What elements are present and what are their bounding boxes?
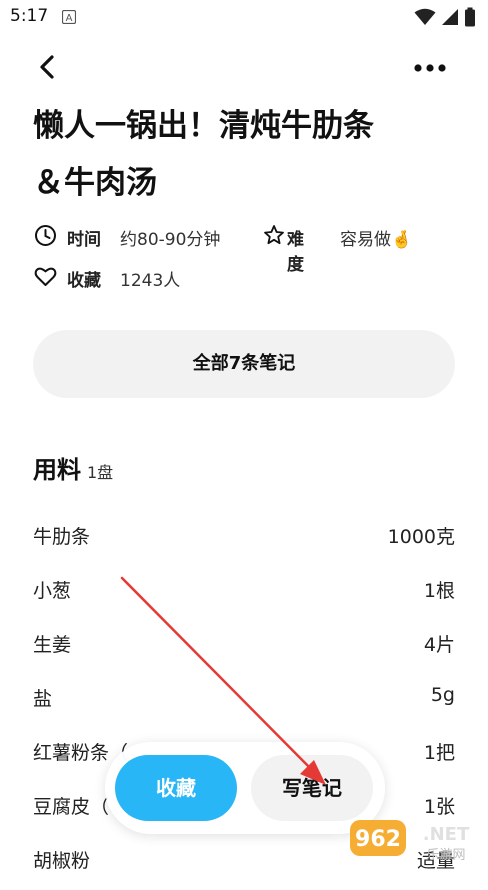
a-notification-icon: A: [61, 9, 77, 25]
all-notes-button[interactable]: 全部7条笔记: [33, 330, 455, 398]
svg-text:A: A: [66, 13, 73, 24]
recipe-title: 懒人一锅出！清炖牛肋条＆牛肉汤: [33, 108, 374, 201]
star-icon: [263, 224, 285, 246]
difficulty-label: 难度: [287, 230, 304, 275]
heart-icon: [34, 265, 57, 288]
more-button[interactable]: [412, 56, 448, 80]
back-button[interactable]: [32, 52, 62, 82]
svg-text:乐游网: 乐游网: [426, 848, 465, 863]
ingredient-qty: 4片: [423, 634, 455, 656]
ingredients-servings: 1盘: [87, 463, 114, 482]
ingredient-name: 盐: [33, 688, 53, 710]
fingers-crossed-emoji: 🤞: [391, 230, 413, 250]
status-icons: [414, 6, 476, 26]
favorites-row: 收藏 1243人: [34, 264, 254, 291]
back-arrow-icon: [40, 55, 54, 79]
battery-icon: [465, 7, 475, 26]
svg-text:962: 962: [355, 827, 401, 852]
ingredient-qty: 5g: [430, 684, 455, 706]
more-dots-icon: [414, 64, 446, 72]
ingredient-row: 盐 5g: [33, 674, 455, 728]
time-row: 时间 约80-90分钟: [34, 223, 254, 250]
ingredient-row: 牛肋条 1000克: [33, 512, 455, 566]
ingredient-name: 胡椒粉: [33, 850, 91, 872]
signal-icon: [441, 8, 458, 25]
difficulty-value: 容易做🤞: [340, 230, 413, 250]
time-label: 时间: [67, 230, 101, 250]
ingredient-qty: 1000克: [387, 526, 455, 548]
ingredient-qty: 1根: [423, 580, 455, 602]
ingredient-name: 小葱: [33, 580, 72, 602]
ingredients-header: 用料 1盘: [33, 450, 113, 485]
clock-icon: [34, 224, 57, 247]
write-note-button[interactable]: 写笔记: [251, 755, 373, 821]
svg-text:.NET: .NET: [423, 824, 470, 845]
ingredient-name: 豆腐皮（: [33, 796, 110, 818]
favorites-label: 收藏: [67, 271, 101, 291]
ingredient-row: 生姜 4片: [33, 620, 455, 674]
ingredient-name: 牛肋条: [33, 526, 91, 548]
wifi-icon: [414, 8, 436, 25]
time-value: 约80-90分钟: [120, 230, 221, 250]
status-bar: 5:17 A: [0, 0, 488, 34]
favorites-count: 1243人: [120, 271, 181, 291]
ingredient-name: 生姜: [33, 634, 72, 656]
favorite-button[interactable]: 收藏: [115, 755, 237, 821]
ingredient-qty: 1把: [423, 742, 455, 764]
status-time: 5:17: [10, 6, 49, 26]
bottom-action-bar: 收藏 写笔记: [105, 742, 385, 834]
ingredients-title: 用料: [33, 456, 81, 484]
watermark-logo: 962 .NET 乐游网: [350, 820, 470, 863]
ingredient-row: 小葱 1根: [33, 566, 455, 620]
